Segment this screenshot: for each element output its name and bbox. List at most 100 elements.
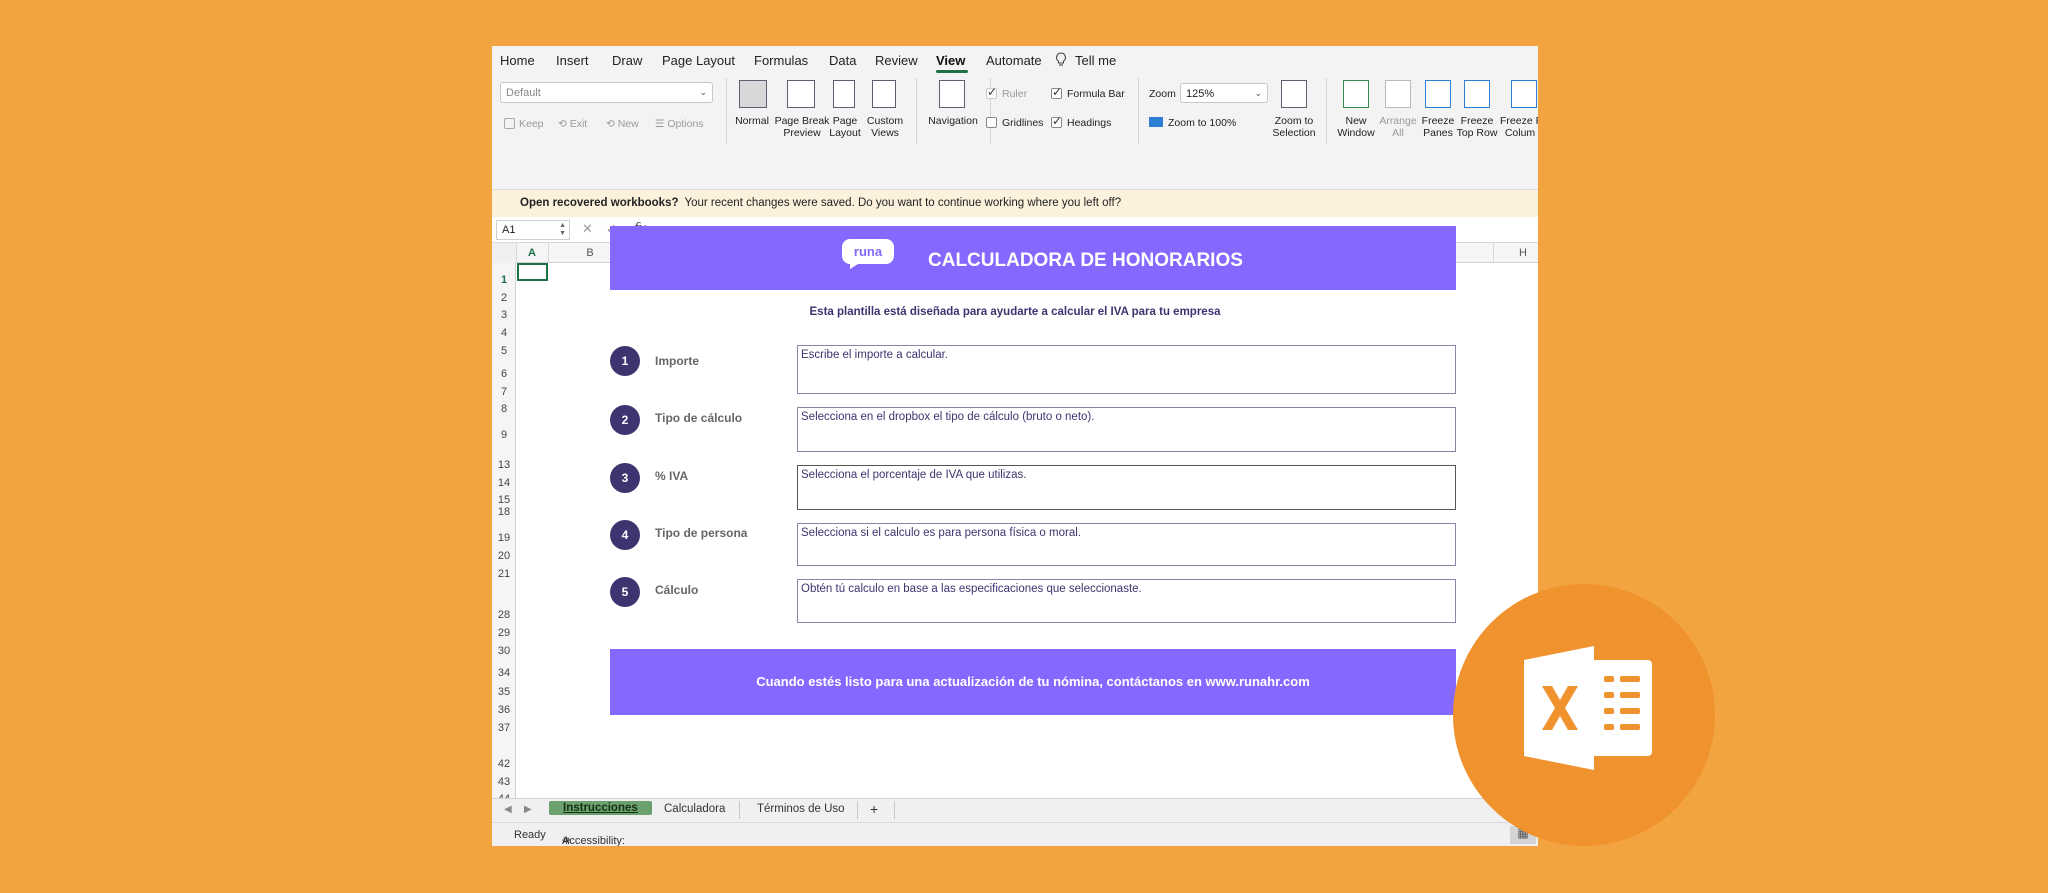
navigation-icon[interactable] [939,80,965,108]
row-number[interactable]: 13 [492,459,516,471]
arrange-all-icon[interactable] [1385,80,1411,108]
tell-me-search[interactable]: Tell me [1075,53,1116,68]
add-sheet-button[interactable]: + [870,801,878,817]
freeze-top-row-icon[interactable] [1464,80,1490,108]
arrange-all-button[interactable]: Arrange All [1376,115,1420,139]
formula-bar-checkbox[interactable]: Formula Bar [1051,85,1125,100]
step-description[interactable]: Selecciona el porcentaje de IVA que util… [797,465,1456,510]
sheet-tab-instrucciones[interactable]: Instrucciones [549,801,652,815]
row-number[interactable]: 28 [492,609,516,621]
page-layout-icon[interactable] [833,80,855,108]
select-all-corner[interactable] [492,243,516,263]
ruler-label: Ruler [1002,88,1028,100]
scroll-right-icon[interactable]: ▶ [524,804,532,815]
active-cell[interactable] [517,263,548,281]
cancel-icon[interactable]: ✕ [582,221,593,237]
keep-button[interactable]: Keep [504,118,544,130]
banner-title[interactable]: Open recovered workbooks? [520,197,679,209]
exit-button[interactable]: ⟲ Exit [558,118,587,130]
name-box[interactable]: A1 ▲ ▼ [496,220,570,240]
row-number[interactable]: 7 [492,386,516,398]
row-number[interactable]: 18 [492,506,516,518]
row-number[interactable]: 42 [492,758,516,770]
column-h[interactable]: H [1493,247,1538,259]
tab-insert[interactable]: Insert [556,53,589,68]
row-number[interactable]: 2 [492,292,516,304]
row-number[interactable]: 14 [492,477,516,489]
tab-home[interactable]: Home [500,53,535,68]
new-window-label-1: New [1345,115,1367,127]
page-break-preview-button[interactable]: Page Break Preview [774,115,830,139]
options-button[interactable]: ☰ Options [655,118,704,130]
navigation-button[interactable]: Navigation [924,115,982,127]
tab-data[interactable]: Data [829,53,856,68]
step-description[interactable]: Obtén tú calculo en base a las especific… [797,579,1456,623]
new-window-icon[interactable] [1343,80,1369,108]
tab-draw[interactable]: Draw [612,53,642,68]
custom-views-icon[interactable] [872,80,896,108]
gridlines-checkbox[interactable]: Gridlines [986,117,1043,129]
ruler-checkbox[interactable]: Ruler [986,85,1028,100]
row-number[interactable]: 6 [492,368,516,380]
step-description[interactable]: Escribe el importe a calcular. [797,345,1456,394]
row-number[interactable]: 36 [492,704,516,716]
freeze-top-row-button[interactable]: Freeze Top Row [1456,115,1498,139]
subtitle: Esta plantilla está diseñada para ayudar… [809,306,1221,318]
page-layout-view-button[interactable]: Page Layout [826,115,864,139]
freeze-panes-icon[interactable] [1425,80,1451,108]
row-number[interactable]: 1 [492,274,516,286]
row-number[interactable]: 15 [492,494,516,506]
new-window-label-2: Window [1337,127,1375,139]
row-number[interactable]: 19 [492,532,516,544]
tab-view[interactable]: View [936,53,965,68]
page-break-icon[interactable] [787,80,815,108]
zoom-to-selection-button[interactable]: Zoom to Selection [1268,115,1320,139]
lightbulb-icon [1056,52,1066,66]
tab-review[interactable]: Review [875,53,918,68]
tab-page-layout[interactable]: Page Layout [662,53,735,68]
freeze-top-label-2: Top Row [1456,127,1498,139]
name-box-value: A1 [502,224,516,236]
runa-logo: runa [842,239,894,269]
row-number[interactable]: 29 [492,627,516,639]
row-number[interactable]: 5 [492,345,516,357]
headings-checkbox[interactable]: Headings [1051,114,1111,129]
new-window-button[interactable]: New Window [1332,115,1380,139]
row-number[interactable]: 30 [492,645,516,657]
sheet-view-value: Default [506,87,541,99]
step-description[interactable]: Selecciona si el calculo es para persona… [797,523,1456,566]
row-number[interactable]: 4 [492,327,516,339]
row-number[interactable]: 43 [492,776,516,788]
row-number[interactable]: 8 [492,403,516,415]
custom-views-button[interactable]: Custom Views [864,115,906,139]
sheet-tab-calculadora[interactable]: Calculadora [664,803,725,815]
tab-automate[interactable]: Automate [986,53,1042,68]
freeze-first-column-button[interactable]: Freeze F Colum [1500,115,1538,139]
row-number[interactable]: 21 [492,568,516,580]
normal-view-button[interactable]: Normal [726,115,778,127]
grid-icon[interactable] [739,80,767,108]
row-number[interactable]: 37 [492,722,516,734]
freeze-col-label-2: Colum [1504,127,1536,139]
zoom-selection-icon[interactable] [1281,80,1307,108]
row-number[interactable]: 20 [492,550,516,562]
arrange-label-1: Arrange [1379,115,1417,127]
freeze-first-column-icon[interactable] [1511,80,1537,108]
row-number[interactable]: 35 [492,686,516,698]
zoom-select[interactable]: 125% ⌄ [1180,83,1268,103]
row-number[interactable]: 9 [492,429,516,441]
scroll-left-icon[interactable]: ◀ [504,804,512,815]
page-layout-label-1: Page [832,115,858,127]
new-view-button[interactable]: ⟲ New [606,118,639,130]
column-a[interactable]: A [516,247,548,259]
step-description[interactable]: Selecciona en el dropbox el tipo de cálc… [797,407,1456,452]
tab-formulas[interactable]: Formulas [754,53,808,68]
status-bar: Ready ⛯ Accessibility: Investigate ▦ [492,822,1538,846]
zoom-100-icon [1149,117,1163,127]
excel-window: Home Insert Draw Page Layout Formulas Da… [492,46,1538,846]
zoom-100-button[interactable]: Zoom to 100% [1149,117,1236,129]
sheet-tab-terminos[interactable]: Términos de Uso [757,803,845,815]
sheet-view-select[interactable]: Default ⌄ [500,82,713,103]
freeze-panes-button[interactable]: Freeze Panes [1418,115,1458,139]
row-number[interactable]: 34 [492,667,516,679]
